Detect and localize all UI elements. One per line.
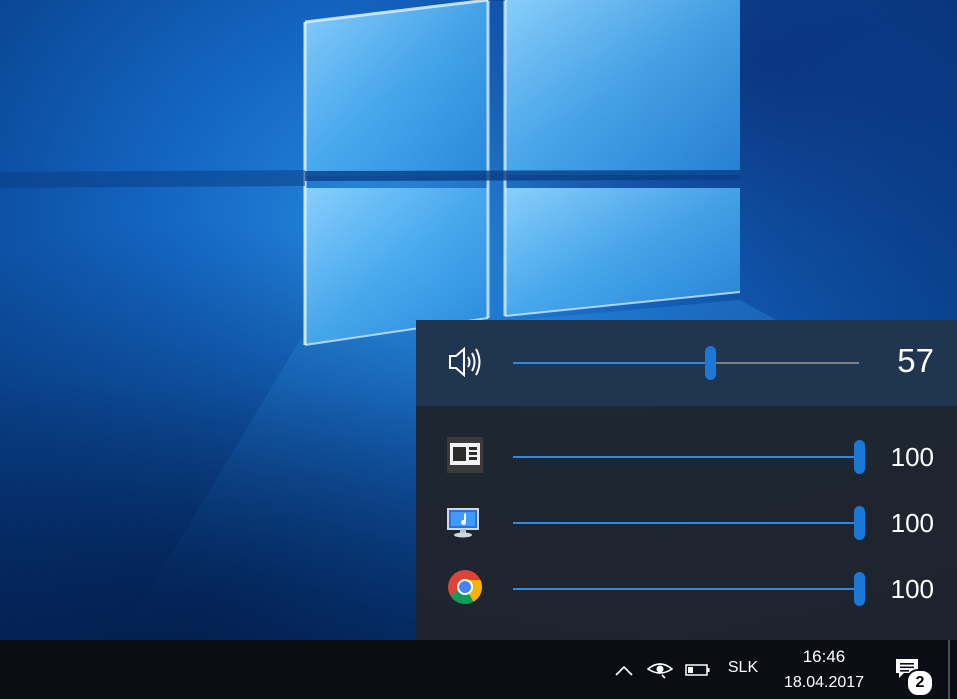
slider-thumb[interactable]	[854, 506, 865, 540]
slider-fill	[513, 456, 859, 458]
slider-thumb[interactable]	[854, 440, 865, 474]
slider-fill	[513, 588, 859, 590]
slider-thumb[interactable]	[854, 572, 865, 606]
app-volume-slider[interactable]	[513, 440, 865, 474]
app-volume-row: 100	[416, 556, 957, 616]
app-volume-row: 100	[416, 424, 957, 484]
chrome-icon[interactable]	[446, 568, 484, 606]
language-indicator[interactable]: SLK	[724, 659, 762, 677]
master-volume-slider[interactable]	[513, 346, 859, 380]
clock-date: 18.04.2017	[783, 674, 865, 691]
app-volume-slider[interactable]	[513, 572, 865, 606]
slider-fill	[513, 362, 710, 364]
battery-icon[interactable]	[684, 658, 712, 682]
volume-mixer-flyout: 57 100 100 100	[416, 320, 957, 640]
show-desktop-button[interactable]	[948, 640, 950, 699]
clock-time: 16:46	[802, 647, 846, 666]
master-volume-value: 57	[897, 342, 934, 379]
slider-thumb[interactable]	[705, 346, 716, 380]
notification-count-badge: 2	[906, 669, 934, 697]
app-volume-value: 100	[890, 442, 934, 472]
chevron-up-icon[interactable]	[612, 658, 636, 682]
network-eye-icon[interactable]	[646, 658, 674, 682]
speaker-icon[interactable]	[446, 343, 484, 381]
window-app-icon[interactable]	[446, 436, 484, 474]
app-volume-row: 100	[416, 490, 957, 550]
system-sounds-icon[interactable]	[446, 502, 484, 540]
master-volume-section: 57	[416, 320, 957, 406]
app-volume-slider[interactable]	[513, 506, 865, 540]
slider-fill	[513, 522, 859, 524]
app-volume-value: 100	[890, 574, 934, 604]
taskbar: SLK 16:46 18.04.2017 2	[0, 640, 957, 699]
app-volume-value: 100	[890, 508, 934, 538]
